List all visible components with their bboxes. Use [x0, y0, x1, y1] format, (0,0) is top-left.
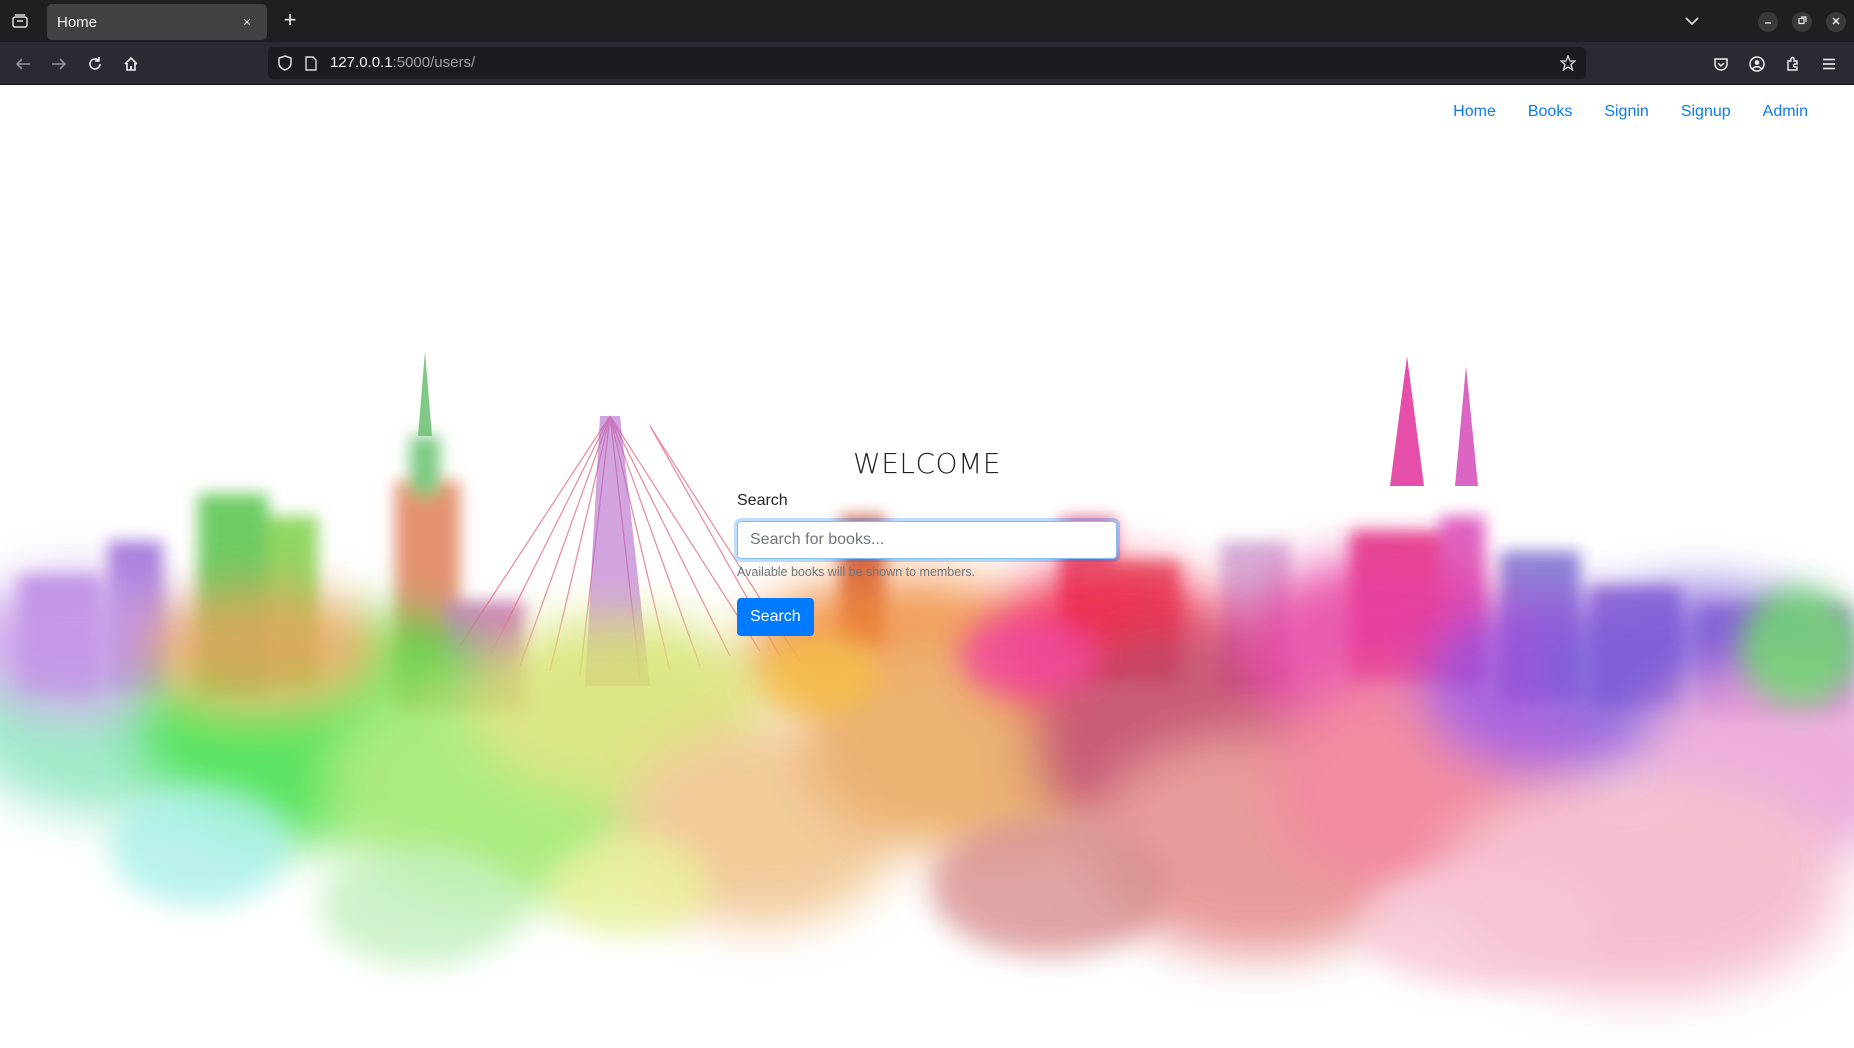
- menu-icon[interactable]: [1816, 51, 1842, 77]
- browser-tab-bar: Home × +: [0, 0, 1854, 42]
- home-icon[interactable]: [118, 51, 144, 77]
- browser-nav-bar: 127.0.0.1:5000/users/: [0, 42, 1854, 85]
- nav-link-admin[interactable]: Admin: [1747, 103, 1824, 121]
- close-window-button[interactable]: [1826, 12, 1846, 32]
- search-button[interactable]: Search: [737, 598, 814, 636]
- bookmark-star-icon[interactable]: [1558, 53, 1578, 73]
- web-page: Home Books Signin Signup Admin WELCOME S…: [0, 86, 1854, 1048]
- minimize-button[interactable]: [1758, 12, 1778, 32]
- forward-arrow-icon[interactable]: [46, 51, 72, 77]
- nav-link-signin[interactable]: Signin: [1588, 103, 1664, 121]
- nav-link-books[interactable]: Books: [1512, 103, 1588, 121]
- address-bar[interactable]: 127.0.0.1:5000/users/: [268, 47, 1586, 79]
- site-nav: Home Books Signin Signup Admin: [1437, 103, 1824, 121]
- url-path: :5000/users/: [392, 54, 476, 71]
- pocket-icon[interactable]: [1708, 51, 1734, 77]
- tab-title: Home: [57, 13, 98, 31]
- url-text[interactable]: 127.0.0.1:5000/users/: [330, 54, 475, 71]
- reload-icon[interactable]: [82, 51, 108, 77]
- search-help-text: Available books will be shown to members…: [737, 565, 976, 579]
- welcome-heading: WELCOME: [853, 447, 1001, 480]
- page-icon[interactable]: [302, 54, 320, 72]
- nav-link-home[interactable]: Home: [1437, 103, 1512, 121]
- search-input[interactable]: [737, 521, 1117, 559]
- browser-tab-active[interactable]: Home ×: [47, 4, 267, 40]
- nav-link-signup[interactable]: Signup: [1665, 103, 1747, 121]
- url-host: 127.0.0.1: [330, 54, 393, 71]
- new-tab-button[interactable]: +: [278, 9, 302, 33]
- tab-overview-icon[interactable]: [8, 11, 32, 31]
- restore-button[interactable]: [1792, 12, 1812, 32]
- search-label: Search: [737, 492, 788, 509]
- back-arrow-icon[interactable]: [10, 51, 36, 77]
- account-icon[interactable]: [1744, 51, 1770, 77]
- tab-close-icon[interactable]: ×: [237, 14, 257, 31]
- shield-icon[interactable]: [276, 54, 294, 72]
- extensions-icon[interactable]: [1780, 51, 1806, 77]
- tab-list-chevron-icon[interactable]: [1680, 10, 1704, 32]
